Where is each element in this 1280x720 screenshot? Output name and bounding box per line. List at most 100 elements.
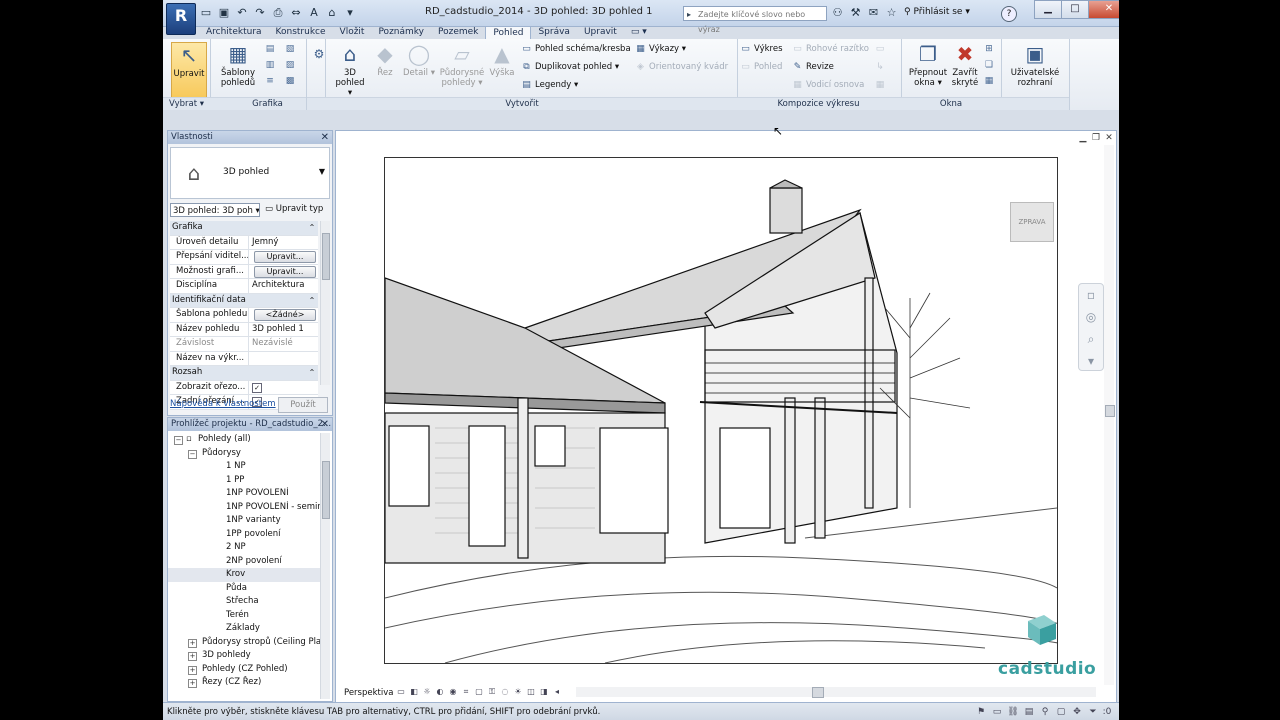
view-restore-icon[interactable]: ❐	[1091, 133, 1101, 143]
property-value[interactable]	[249, 352, 318, 366]
collapse-icon[interactable]: ⌃	[306, 294, 318, 308]
3d-view-icon[interactable]: ⌂	[325, 6, 339, 20]
worksets-icon[interactable]: ⚑	[975, 706, 987, 718]
property-group[interactable]: Grafika ⌃	[170, 221, 318, 236]
view-crop-region[interactable]	[384, 157, 1058, 664]
tab-pohled[interactable]: Pohled	[485, 26, 532, 40]
open-icon[interactable]: ▭	[199, 6, 213, 20]
expand-icon[interactable]: +	[188, 665, 197, 675]
rohove-razitko-button[interactable]: ▭ Rohové razítko	[792, 43, 869, 55]
property-group[interactable]: Rozsah ⌃	[170, 366, 318, 381]
pudorysne-pohledy-button[interactable]: ▱ Půdorysné pohledy ▾	[439, 42, 485, 88]
property-row[interactable]: Úroveň detailu Jemný	[170, 235, 318, 250]
property-value[interactable]: Architektura	[249, 279, 318, 293]
tab-pozemek[interactable]: Pozemek	[431, 26, 485, 39]
property-value[interactable]: 3D pohled 1	[249, 323, 318, 337]
browser-tree-item[interactable]: + Pohledy (CZ Pohled)	[168, 663, 320, 677]
filter-icon[interactable]: ⏷	[1087, 706, 1099, 718]
tab-architektura[interactable]: Architektura	[199, 26, 269, 39]
matchline-icon[interactable]: ▭	[874, 43, 886, 55]
3d-pohled-button[interactable]: ⌂ 3D pohled ▾	[333, 42, 367, 98]
maximize-button[interactable]: □	[1061, 0, 1089, 19]
vertical-scrollbar[interactable]	[1104, 145, 1115, 685]
navbar-close-icon[interactable]: ▫	[1079, 284, 1103, 306]
viewcube[interactable]: ZPRAVA	[1010, 202, 1060, 244]
duplikovat-pohled-button[interactable]: ⧉ Duplikovat pohled ▾	[521, 61, 619, 73]
design-options-icon[interactable]: ▭	[991, 706, 1003, 718]
scroll-thumb[interactable]	[1105, 405, 1115, 417]
property-group[interactable]: Identifikační data ⌃	[170, 293, 318, 308]
measure-icon[interactable]: ⇔	[289, 6, 303, 20]
temp-view-icon[interactable]: ◫	[526, 687, 536, 697]
render-gallery-icon[interactable]: ⚙	[307, 42, 331, 68]
properties-scrollbar[interactable]	[320, 221, 330, 385]
panel-label-vybrat[interactable]: Vybrat ▾	[163, 97, 210, 110]
analysis-icon[interactable]: ◨	[539, 687, 549, 697]
tab-konstrukce[interactable]: Konstrukce	[269, 26, 333, 39]
visual-style-icon[interactable]: ◧	[409, 687, 419, 697]
rendering-icon[interactable]: ◉	[448, 687, 458, 697]
filters-icon[interactable]: ▥	[264, 59, 276, 71]
steering-wheel-icon[interactable]: ◎	[1079, 306, 1103, 328]
navbar-dropdown-icon[interactable]: ▾	[1079, 350, 1103, 372]
select-by-face-icon[interactable]: ▢	[1055, 706, 1067, 718]
sun-path-icon[interactable]: ☼	[422, 687, 432, 697]
sablony-pohledu-button[interactable]: ▦ Šablony pohledů	[218, 42, 258, 88]
crop-view-icon[interactable]: ⌗	[461, 687, 471, 697]
print-icon[interactable]: ⎙	[271, 6, 285, 20]
thin-lines-icon[interactable]: ≡	[264, 75, 276, 87]
prepnout-okna-button[interactable]: ❐ Přepnout okna ▾	[907, 42, 949, 88]
minimize-button[interactable]: ▁	[1034, 0, 1062, 19]
binoculars-icon[interactable]: ⚇	[831, 6, 844, 19]
revize-button[interactable]: ✎ Revize	[792, 61, 834, 73]
cascade-icon[interactable]: ❏	[983, 59, 995, 71]
browser-tree-item[interactable]: − ▫ Pohledy (all)	[168, 433, 320, 447]
save-icon[interactable]: ▣	[217, 6, 231, 20]
expand-icon[interactable]: +	[188, 679, 197, 688]
collapse-icon[interactable]: ⌃	[306, 366, 318, 380]
browser-tree-item[interactable]: 1NP varianty	[168, 514, 320, 528]
vodici-osnova-button[interactable]: ▦ Vodicí osnova	[792, 79, 864, 91]
select-pinned-icon[interactable]: ⚲	[1039, 706, 1051, 718]
browser-tree-item[interactable]: 1 NP	[168, 460, 320, 474]
vykres-button[interactable]: ▭ Výkres	[740, 43, 782, 55]
ribbon-minimize-toggle[interactable]: ▭ ▾	[624, 26, 654, 39]
collapse-icon[interactable]: ⌃	[306, 221, 318, 235]
lock-view-icon[interactable]: ⚿	[487, 687, 497, 697]
pohled-button[interactable]: ▭ Pohled	[740, 61, 782, 73]
show-hidden-icon[interactable]: ▧	[284, 43, 296, 55]
drag-elements-icon[interactable]: ✥	[1071, 706, 1083, 718]
property-row[interactable]: Název na výkr...	[170, 351, 318, 366]
view-minimize-icon[interactable]: ▁	[1078, 133, 1088, 143]
viewcube-face[interactable]: ZPRAVA	[1010, 202, 1054, 242]
browser-tree-item[interactable]: Střecha	[168, 595, 320, 609]
viewbar-more-icon[interactable]: ◂	[552, 687, 562, 697]
application-menu-button[interactable]: R	[166, 3, 196, 35]
upravit-button[interactable]: ↖ Upravit	[171, 42, 207, 99]
property-row[interactable]: Závislost Nezávislé	[170, 337, 318, 352]
rez-button[interactable]: ◆ Řez	[370, 42, 400, 78]
search-input[interactable]: ▸ Zadejte klíčové slovo nebo výraz	[683, 6, 827, 34]
vykazy-button[interactable]: ▦ Výkazy ▾	[635, 43, 686, 55]
browser-tree-item[interactable]: Základy	[168, 622, 320, 636]
browser-tree-item[interactable]: Půda	[168, 582, 320, 596]
browser-tree-item[interactable]: Terén	[168, 609, 320, 623]
view-close-icon[interactable]: ✕	[1104, 133, 1114, 143]
expand-icon[interactable]: +	[188, 652, 197, 661]
legendy-button[interactable]: ▤ Legendy ▾	[521, 79, 578, 91]
upravit-typ-button[interactable]: ▭ Upravit typ	[265, 204, 323, 214]
collapse-icon[interactable]: −	[188, 449, 197, 459]
property-value[interactable]: Nezávislé	[249, 337, 318, 351]
undo-icon[interactable]: ↶	[235, 6, 249, 20]
property-value[interactable]: Jemný	[249, 236, 318, 250]
tab-sprava[interactable]: Správa	[531, 26, 576, 39]
reveal-hidden-icon[interactable]: ☀	[513, 687, 523, 697]
scroll-thumb[interactable]	[322, 233, 330, 280]
expand-icon[interactable]: +	[188, 638, 197, 648]
collapse-icon[interactable]: −	[174, 436, 183, 445]
tab-poznamky[interactable]: Poznámky	[371, 26, 431, 39]
property-row[interactable]: Přepsání viditel... Upravit...	[170, 250, 318, 265]
communication-icon[interactable]: ✉	[867, 6, 880, 19]
viewports-icon[interactable]: ▦	[874, 79, 886, 91]
zoom-icon[interactable]: ⌕	[1079, 328, 1103, 350]
